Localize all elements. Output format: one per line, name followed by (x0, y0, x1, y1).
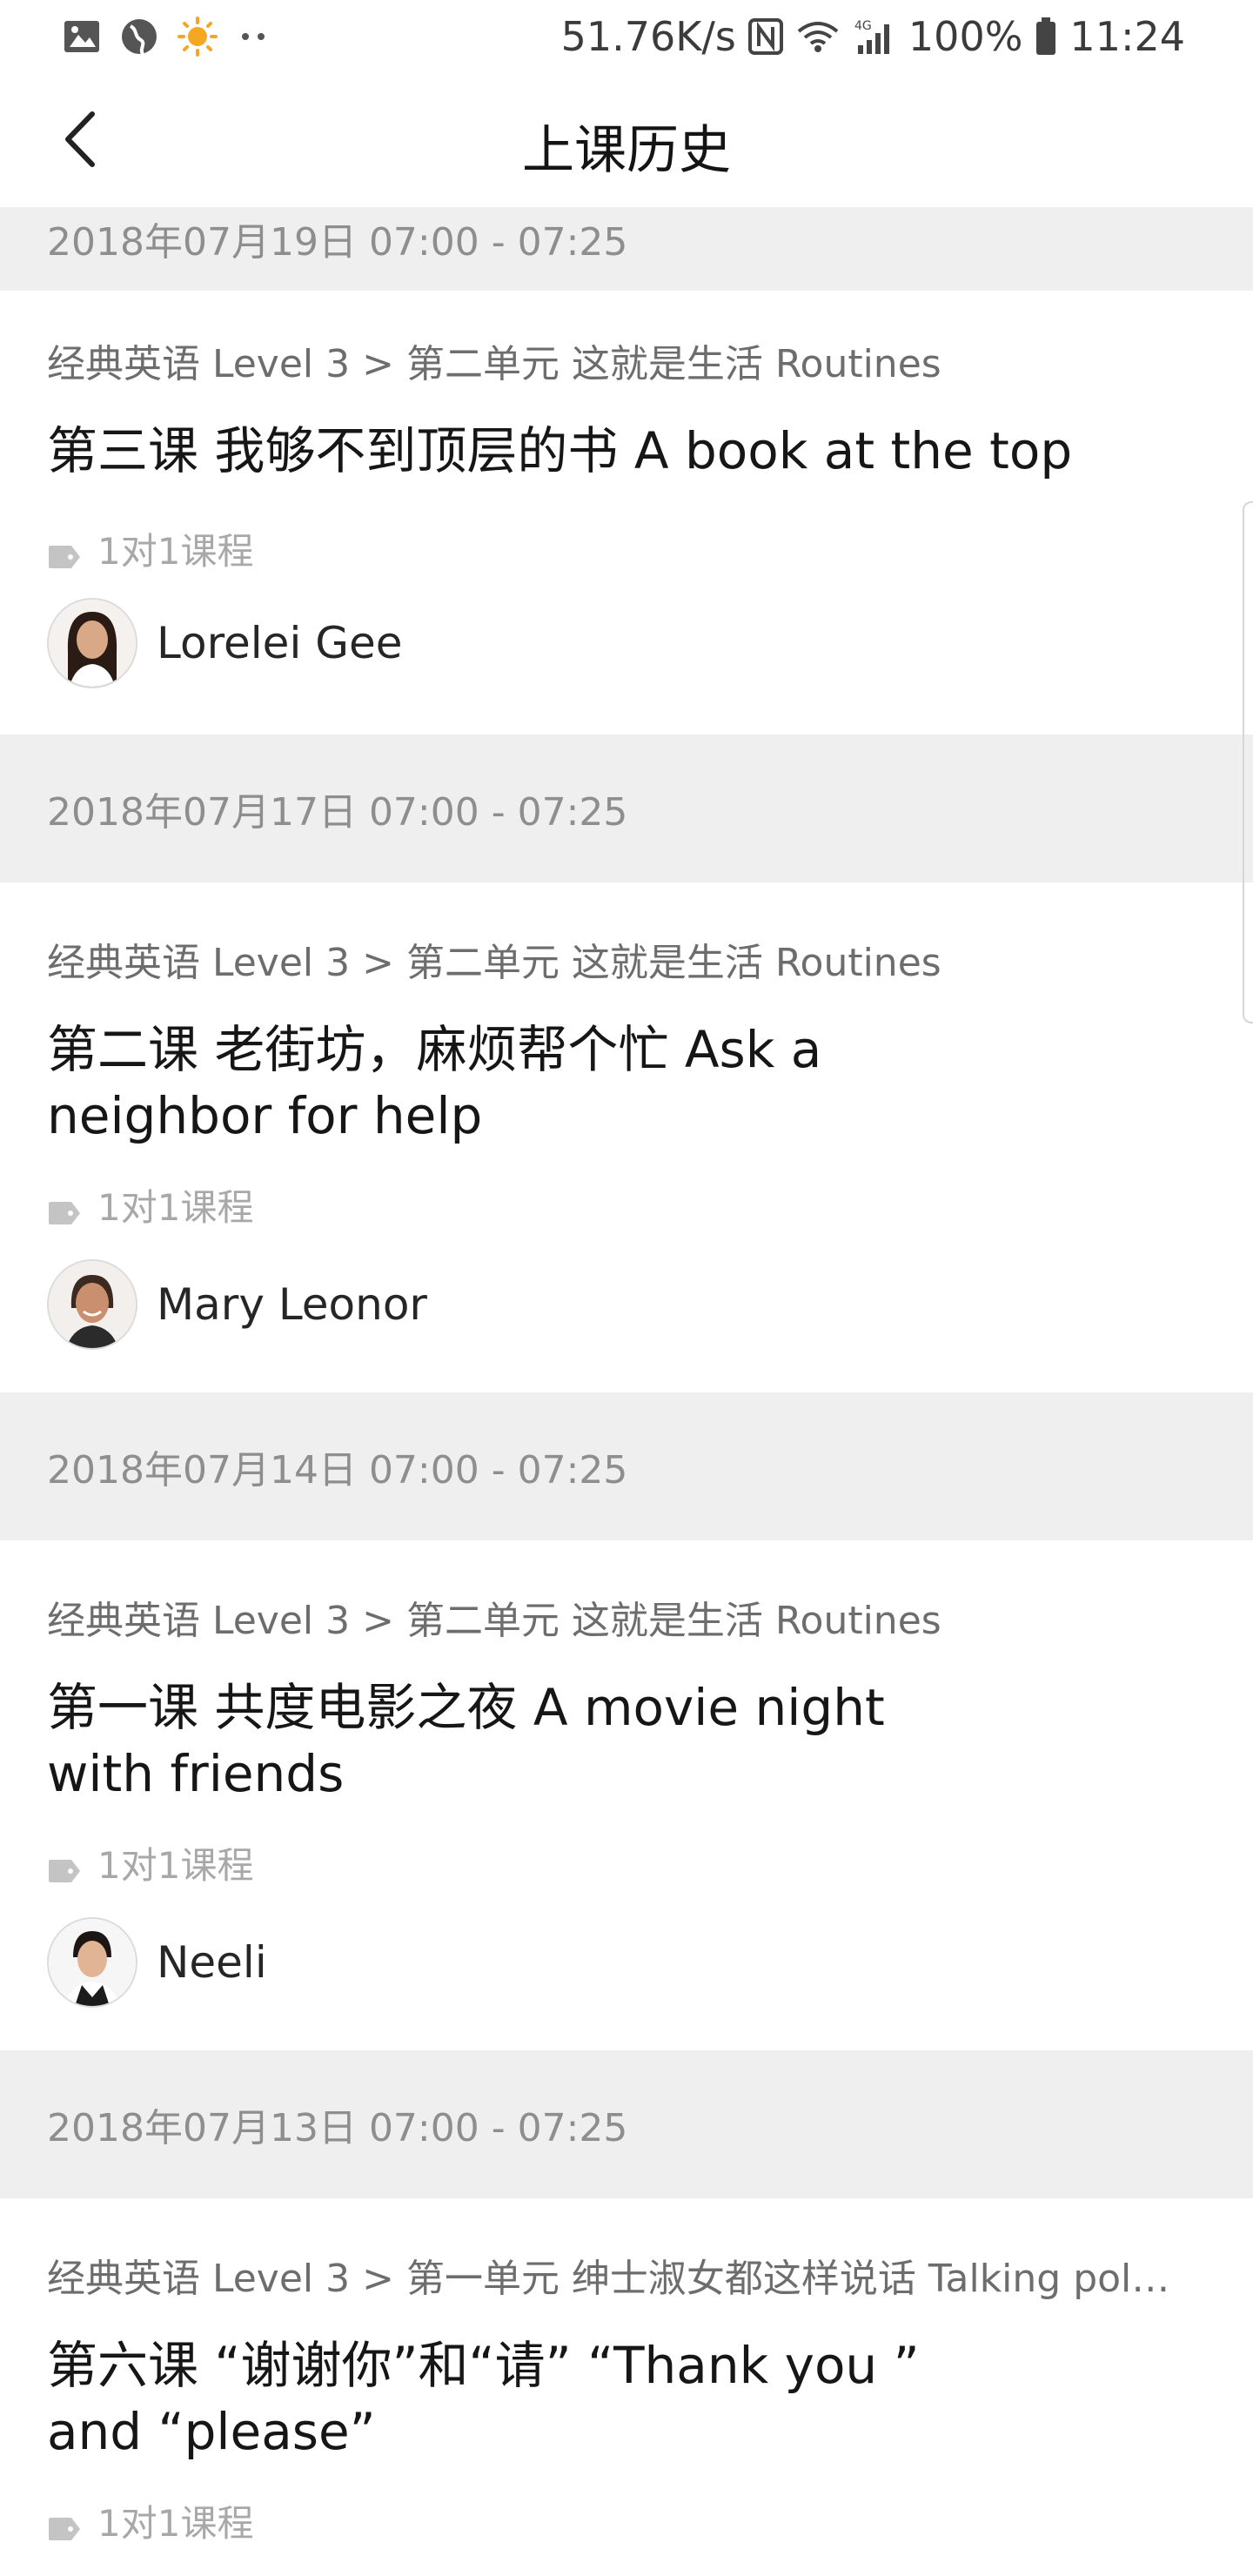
lesson-card[interactable]: 经典英语 Level 3 > 第二单元 这就是生活 Routines 第一课 共… (0, 1540, 1253, 2050)
lesson-type: 1对1课程 (97, 530, 254, 573)
more-dots-icon (237, 28, 271, 45)
teacher[interactable]: Mary Leonor (47, 1259, 1206, 1350)
sun-icon (178, 17, 218, 57)
nav-bar: 上课历史 (0, 75, 1253, 207)
lesson-date-header: 2018年07月19日 07:00 - 07:25 (0, 207, 1253, 291)
lesson-type: 1对1课程 (97, 1844, 254, 1887)
lesson-date-header: 2018年07月17日 07:00 - 07:25 (0, 735, 1253, 882)
lesson-date: 2018年07月14日 07:00 - 07:25 (47, 1448, 628, 1493)
teacher-name: Lorelei Gee (157, 618, 403, 668)
tag-icon (47, 1850, 82, 1882)
lesson-path: 经典英语 Level 3 > 第一单元 绅士淑女都这样说话 Talking po… (47, 2257, 1170, 2301)
lesson-tag: 1对1课程 (47, 522, 1206, 575)
avatar (47, 1259, 137, 1350)
lesson-title: 第六课 “谢谢你”和“请” “Thank you ” and “please” (47, 2336, 920, 2461)
network-speed: 51.76K/s (560, 13, 736, 60)
lesson-title: 第三课 我够不到顶层的书 A book at the top (47, 421, 1073, 480)
status-left-icons (63, 17, 271, 57)
wifi-icon (795, 19, 841, 54)
tag-icon (47, 536, 82, 568)
clock: 11:24 (1069, 13, 1185, 60)
lesson-type: 1对1课程 (97, 1186, 254, 1229)
lesson-card[interactable]: 经典英语 Level 3 > 第二单元 这就是生活 Routines 第三课 我… (0, 291, 1253, 735)
nfc-icon (747, 18, 783, 55)
status-bar: 51.76K/s 4G 100% 11:24 (0, 0, 1253, 75)
lesson-date-header: 2018年07月13日 07:00 - 07:25 (0, 2050, 1253, 2198)
tag-icon (47, 1192, 82, 1224)
scrollbar[interactable] (1243, 501, 1253, 1023)
lesson-tag: 1对1课程 (47, 1178, 1206, 1231)
lesson-date: 2018年07月13日 07:00 - 07:25 (47, 2106, 628, 2150)
page-title: 上课历史 (522, 120, 731, 181)
teacher[interactable]: Neeli (47, 1917, 1206, 2008)
signal-4g-icon: 4G (853, 17, 896, 56)
avatar (47, 1917, 137, 2008)
lesson-type: 1对1课程 (97, 2502, 254, 2545)
lesson-tag: 1对1课程 (47, 2494, 1206, 2547)
avatar (47, 598, 137, 688)
globe-icon (120, 17, 158, 56)
lesson-path: 经典英语 Level 3 > 第二单元 这就是生活 Routines (47, 941, 941, 985)
lesson-tag: 1对1课程 (47, 1836, 1206, 1889)
status-right: 51.76K/s 4G 100% 11:24 (561, 12, 1185, 61)
lesson-date-header: 2018年07月14日 07:00 - 07:25 (0, 1392, 1253, 1540)
lesson-date: 2018年07月17日 07:00 - 07:25 (47, 790, 628, 835)
svg-text:4G: 4G (854, 19, 872, 33)
battery-percent: 100% (908, 13, 1023, 60)
image-icon (63, 19, 101, 54)
lesson-title: 第二课 老街坊，麻烦帮个忙 Ask a neighbor for help (47, 1020, 822, 1145)
lesson-path: 经典英语 Level 3 > 第二单元 这就是生活 Routines (47, 1599, 941, 1643)
battery-icon (1035, 17, 1057, 56)
lesson-path: 经典英语 Level 3 > 第二单元 这就是生活 Routines (47, 342, 941, 386)
lesson-card[interactable]: 经典英语 Level 3 > 第二单元 这就是生活 Routines 第二课 老… (0, 882, 1253, 1392)
tag-icon (47, 2508, 82, 2540)
teacher-name: Neeli (157, 1937, 267, 1988)
teacher[interactable]: Lorelei Gee (47, 598, 1206, 688)
lesson-title: 第一课 共度电影之夜 A movie night with friends (47, 1678, 885, 1803)
lesson-card[interactable]: 经典英语 Level 3 > 第一单元 绅士淑女都这样说话 Talking po… (0, 2198, 1253, 2564)
teacher-name: Mary Leonor (157, 1279, 427, 1330)
lesson-history-list[interactable]: 2018年07月19日 07:00 - 07:25 经典英语 Level 3 >… (0, 207, 1253, 2564)
lesson-date: 2018年07月19日 07:00 - 07:25 (47, 220, 628, 265)
